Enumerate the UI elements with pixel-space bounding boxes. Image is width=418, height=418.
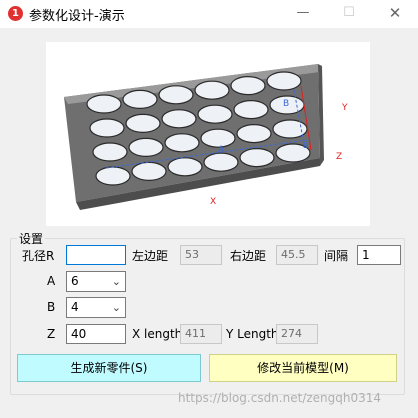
minimize-button[interactable]: — bbox=[280, 0, 326, 28]
hole bbox=[131, 161, 167, 181]
hole bbox=[161, 109, 197, 129]
hole bbox=[158, 85, 194, 105]
hole bbox=[164, 133, 200, 153]
hole bbox=[128, 137, 164, 158]
hole bbox=[197, 104, 233, 124]
a-select[interactable]: 6 ⌄ bbox=[66, 271, 126, 292]
spacing-label: 间隔 bbox=[324, 249, 349, 263]
modify-model-button[interactable]: 修改当前模型(M) bbox=[209, 354, 397, 382]
b-select[interactable]: 4 ⌄ bbox=[66, 297, 126, 318]
hole bbox=[194, 80, 230, 100]
b-select-value: 4 bbox=[71, 300, 79, 314]
b-label: B bbox=[47, 300, 56, 314]
axis-y-label: Y bbox=[341, 103, 348, 113]
spacing-input[interactable] bbox=[357, 245, 401, 265]
y-length-value: 274 bbox=[276, 324, 318, 344]
hole bbox=[86, 94, 122, 114]
hole bbox=[167, 157, 203, 177]
a-select-value: 6 bbox=[71, 274, 79, 288]
hole bbox=[95, 166, 131, 186]
hole bbox=[89, 118, 125, 138]
left-margin-value: 53 bbox=[180, 245, 222, 265]
watermark: https://blog.csdn.net/zengqh0314 bbox=[178, 391, 382, 405]
hole bbox=[233, 99, 269, 120]
axis-z-label: Z bbox=[336, 152, 342, 162]
y-length-label: Y Length bbox=[226, 327, 279, 341]
title-bar: 1 参数化设计-演示 — ☐ ✕ bbox=[0, 0, 418, 28]
z-input[interactable] bbox=[66, 324, 126, 344]
chevron-down-icon: ⌄ bbox=[111, 301, 121, 314]
hole bbox=[122, 89, 158, 110]
hole bbox=[236, 123, 272, 144]
left-margin-label: 左边距 bbox=[132, 249, 169, 263]
hole bbox=[92, 142, 128, 162]
right-margin-value: 45.5 bbox=[276, 245, 318, 265]
z-label: Z bbox=[47, 327, 56, 341]
axis-a-label: A bbox=[218, 145, 225, 155]
axis-b-label: B bbox=[283, 99, 289, 109]
right-margin-label: 右边距 bbox=[230, 249, 267, 263]
axis-b2-label: B bbox=[303, 141, 309, 150]
hole bbox=[125, 113, 161, 134]
x-length-value: 411 bbox=[180, 324, 222, 344]
create-part-button[interactable]: 生成新零件(S) bbox=[17, 354, 201, 382]
app-icon: 1 bbox=[8, 6, 23, 21]
hole bbox=[230, 75, 266, 96]
maximize-button[interactable]: ☐ bbox=[326, 0, 372, 28]
x-length-label: X length bbox=[132, 327, 183, 341]
axis-x-label: X bbox=[210, 197, 216, 207]
hole bbox=[266, 71, 302, 91]
window-title: 参数化设计-演示 bbox=[29, 9, 125, 24]
model-preview-svg: A B B Y Z X bbox=[64, 64, 348, 210]
hole bbox=[239, 147, 275, 168]
settings-group-title: 设置 bbox=[17, 230, 46, 247]
chevron-down-icon: ⌄ bbox=[111, 275, 121, 288]
hole-diameter-input[interactable] bbox=[66, 245, 126, 265]
close-button[interactable]: ✕ bbox=[372, 0, 418, 28]
a-label: A bbox=[47, 274, 56, 288]
hole-diameter-label: 孔径R bbox=[22, 249, 55, 263]
hole bbox=[203, 152, 239, 172]
model-preview: A B B Y Z X bbox=[46, 42, 370, 226]
